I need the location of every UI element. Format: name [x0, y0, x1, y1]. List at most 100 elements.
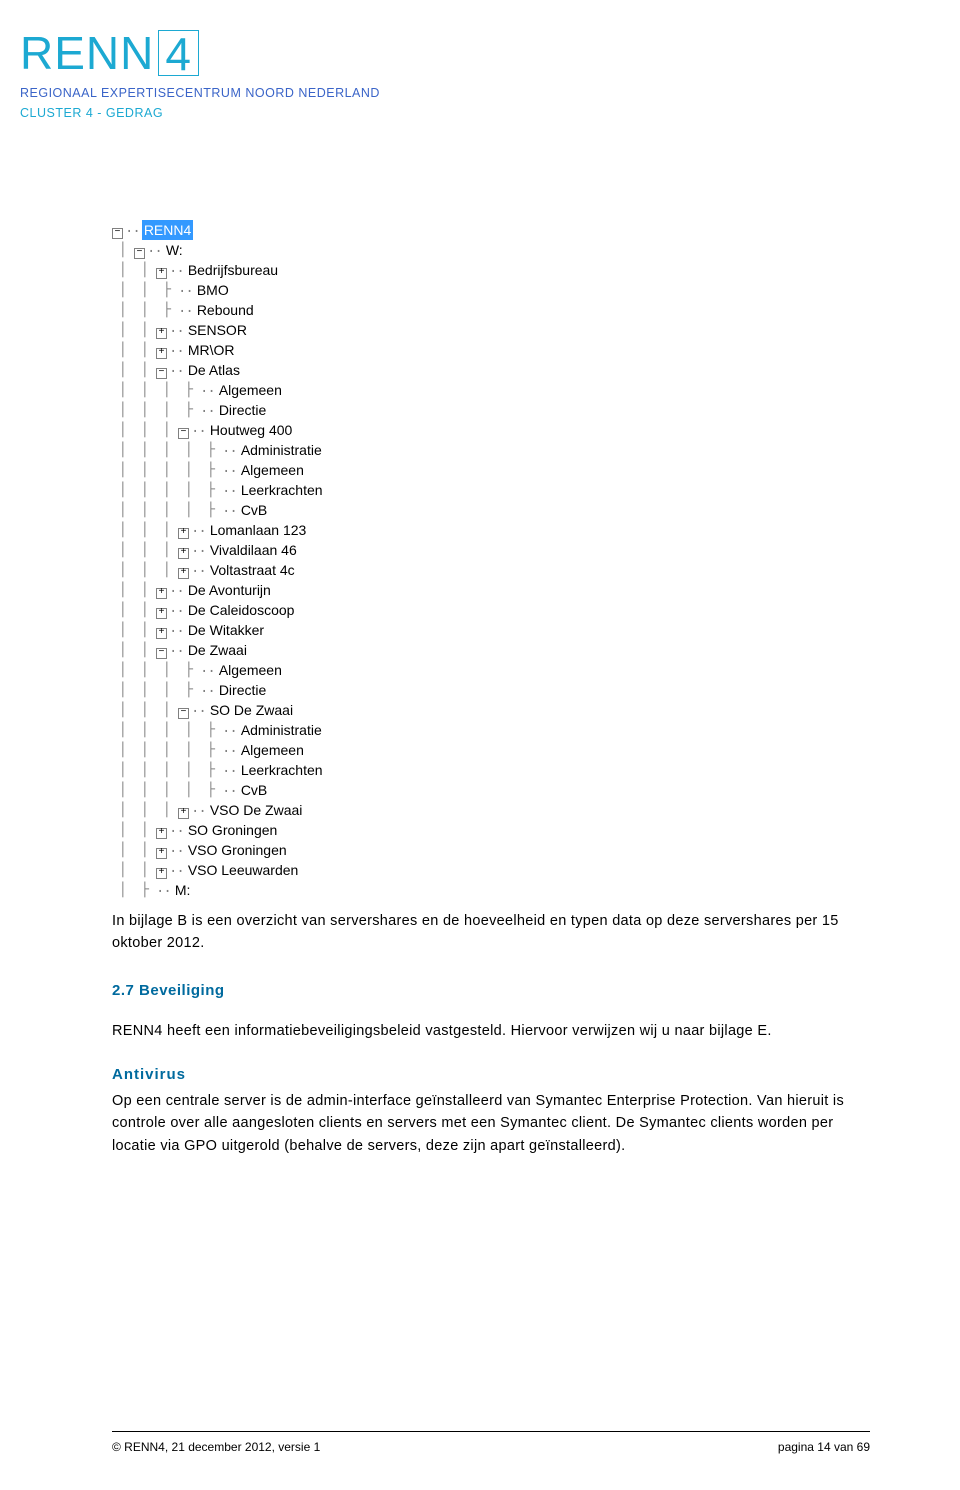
tree-node[interactable]: ││││├··Administratie	[112, 440, 325, 460]
expand-icon[interactable]: +	[156, 588, 167, 599]
tree-node-label[interactable]: RENN4	[142, 220, 193, 240]
tree-node-label[interactable]: Algemeen	[217, 660, 284, 680]
tree-node[interactable]: ││├··BMO	[112, 280, 325, 300]
tree-node[interactable]: ││+··SO Groningen	[112, 820, 325, 840]
tree-node[interactable]: ││││├··CvB	[112, 500, 325, 520]
tree-leaf-icon: ├	[200, 500, 222, 520]
tree-node-label[interactable]: BMO	[195, 280, 231, 300]
collapse-icon[interactable]: −	[178, 708, 189, 719]
tree-leaf-icon: ├	[200, 440, 222, 460]
expand-icon[interactable]: +	[178, 528, 189, 539]
tree-node[interactable]: │││+··Voltastraat 4c	[112, 560, 325, 580]
tree-node[interactable]: │││├··Algemeen	[112, 380, 325, 400]
tree-node[interactable]: ││││├··Algemeen	[112, 740, 325, 760]
expand-icon[interactable]: +	[178, 808, 189, 819]
expand-icon[interactable]: +	[156, 268, 167, 279]
tree-node[interactable]: │││├··Algemeen	[112, 660, 325, 680]
tree-node-label[interactable]: De Witakker	[186, 620, 266, 640]
tree-node[interactable]: ││+··VSO Leeuwarden	[112, 860, 325, 880]
tree-leaf-icon: ├	[178, 400, 200, 420]
tree-node-label[interactable]: Voltastraat 4c	[208, 560, 297, 580]
tree-node[interactable]: ││││├··Administratie	[112, 720, 325, 740]
expand-icon[interactable]: +	[156, 868, 167, 879]
tree-node[interactable]: ││+··De Caleidoscoop	[112, 600, 325, 620]
tree-node[interactable]: ││││├··CvB	[112, 780, 325, 800]
tree-node-label[interactable]: SENSOR	[186, 320, 249, 340]
tree-node-label[interactable]: Bedrijfsbureau	[186, 260, 280, 280]
tree-node-label[interactable]: Rebound	[195, 300, 256, 320]
tree-node[interactable]: −··RENN4	[112, 220, 325, 240]
tree-node-label[interactable]: Algemeen	[217, 380, 284, 400]
tree-node[interactable]: │││+··Vivaldilaan 46	[112, 540, 325, 560]
tree-node[interactable]: ││+··MR\OR	[112, 340, 325, 360]
expand-icon[interactable]: +	[156, 328, 167, 339]
tree-node[interactable]: ││+··Bedrijfsbureau	[112, 260, 325, 280]
expand-icon[interactable]: +	[156, 608, 167, 619]
tree-node[interactable]: │││├··Directie	[112, 680, 325, 700]
tree-node-label[interactable]: Lomanlaan 123	[208, 520, 309, 540]
tree-node[interactable]: ││+··VSO Groningen	[112, 840, 325, 860]
tree-node[interactable]: │││−··SO De Zwaai	[112, 700, 325, 720]
expand-icon[interactable]: +	[156, 628, 167, 639]
tree-node[interactable]: │││+··Lomanlaan 123	[112, 520, 325, 540]
collapse-icon[interactable]: −	[156, 368, 167, 379]
tree-leaf-icon: ├	[200, 720, 222, 740]
tree-node-label[interactable]: Directie	[217, 400, 268, 420]
collapse-icon[interactable]: −	[134, 248, 145, 259]
body-text: In bijlage B is een overzicht van server…	[112, 910, 862, 1177]
tree-node-label[interactable]: De Atlas	[186, 360, 242, 380]
tree-node[interactable]: ││+··De Witakker	[112, 620, 325, 640]
tree-leaf-icon: ├	[178, 680, 200, 700]
tree-node-label[interactable]: SO De Zwaai	[208, 700, 295, 720]
expand-icon[interactable]: +	[156, 848, 167, 859]
tree-node[interactable]: │││├··Directie	[112, 400, 325, 420]
tree-node[interactable]: │││+··VSO De Zwaai	[112, 800, 325, 820]
footer-right: pagina 14 van 69	[778, 1440, 870, 1454]
tree-node[interactable]: ││−··De Atlas	[112, 360, 325, 380]
tree-node-label[interactable]: De Zwaai	[186, 640, 249, 660]
tree-node[interactable]: ││││├··Algemeen	[112, 460, 325, 480]
tree-node-label[interactable]: VSO Groningen	[186, 840, 289, 860]
logo-subtitle-2: CLUSTER 4 - GEDRAG	[20, 106, 380, 120]
tree-node[interactable]: ││││├··Leerkrachten	[112, 760, 325, 780]
logo-name: RENN	[20, 27, 154, 79]
tree-node-label[interactable]: Houtweg 400	[208, 420, 295, 440]
tree-node-label[interactable]: De Avonturijn	[186, 580, 273, 600]
tree-leaf-icon: ├	[200, 740, 222, 760]
tree-node-label[interactable]: VSO Leeuwarden	[186, 860, 301, 880]
expand-icon[interactable]: +	[156, 348, 167, 359]
tree-node[interactable]: │−··W:	[112, 240, 325, 260]
tree-node-label[interactable]: Algemeen	[239, 460, 306, 480]
expand-icon[interactable]: +	[178, 548, 189, 559]
sub-heading: Antivirus	[112, 1063, 862, 1086]
tree-node-label[interactable]: Leerkrachten	[239, 760, 325, 780]
tree-node-label[interactable]: Directie	[217, 680, 268, 700]
collapse-icon[interactable]: −	[112, 228, 123, 239]
tree-node[interactable]: ││+··SENSOR	[112, 320, 325, 340]
tree-node[interactable]: │││−··Houtweg 400	[112, 420, 325, 440]
tree-node-label[interactable]: MR\OR	[186, 340, 237, 360]
collapse-icon[interactable]: −	[178, 428, 189, 439]
tree-node-label[interactable]: M:	[173, 880, 193, 900]
tree-node[interactable]: │├··M:	[112, 880, 325, 900]
folder-tree: −··RENN4│−··W:││+··Bedrijfsbureau││├··BM…	[112, 220, 325, 900]
tree-node-label[interactable]: SO Groningen	[186, 820, 280, 840]
tree-node-label[interactable]: CvB	[239, 780, 269, 800]
tree-node-label[interactable]: Leerkrachten	[239, 480, 325, 500]
tree-node-label[interactable]: CvB	[239, 500, 269, 520]
expand-icon[interactable]: +	[156, 828, 167, 839]
tree-node[interactable]: ││+··De Avonturijn	[112, 580, 325, 600]
expand-icon[interactable]: +	[178, 568, 189, 579]
tree-node-label[interactable]: W:	[164, 240, 185, 260]
tree-node[interactable]: ││−··De Zwaai	[112, 640, 325, 660]
tree-node-label[interactable]: Administratie	[239, 720, 324, 740]
tree-leaf-icon: ├	[178, 660, 200, 680]
tree-node-label[interactable]: Vivaldilaan 46	[208, 540, 299, 560]
tree-node[interactable]: ││├··Rebound	[112, 300, 325, 320]
tree-node-label[interactable]: De Caleidoscoop	[186, 600, 297, 620]
tree-node-label[interactable]: VSO De Zwaai	[208, 800, 305, 820]
tree-node-label[interactable]: Administratie	[239, 440, 324, 460]
tree-node[interactable]: ││││├··Leerkrachten	[112, 480, 325, 500]
tree-node-label[interactable]: Algemeen	[239, 740, 306, 760]
collapse-icon[interactable]: −	[156, 648, 167, 659]
